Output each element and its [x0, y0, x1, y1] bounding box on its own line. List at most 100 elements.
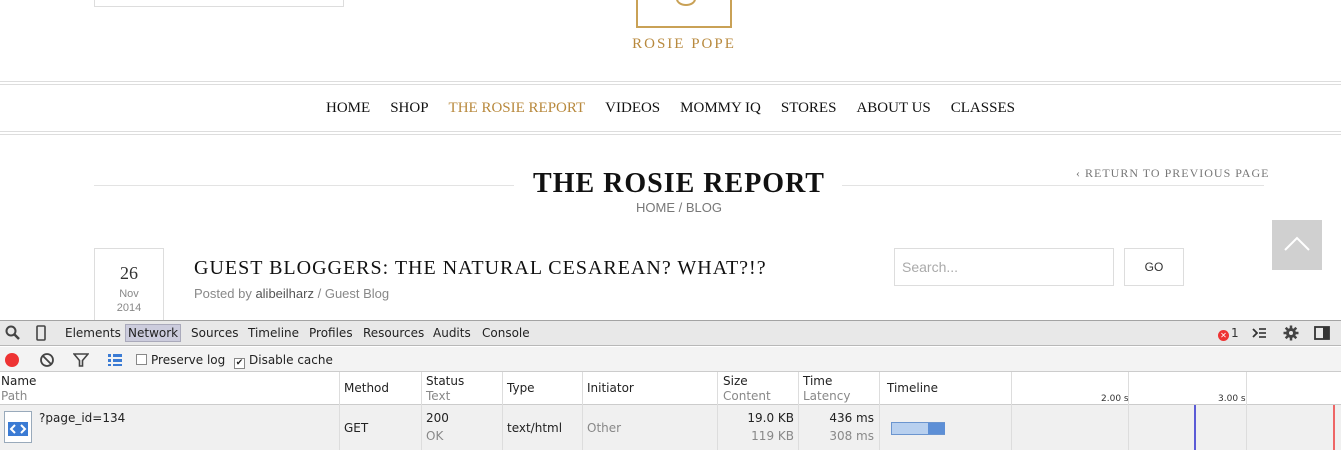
return-link[interactable]: ‹ RETURN TO PREVIOUS PAGE — [1076, 166, 1269, 181]
devtools-panel: Elements Network Sources Timeline Profil… — [0, 320, 1341, 450]
breadcrumb-home[interactable]: HOME — [636, 200, 675, 215]
request-type: text/html — [507, 421, 563, 435]
clear-icon[interactable] — [39, 352, 55, 368]
col-type-header[interactable]: Type — [507, 381, 535, 396]
search-go-button[interactable]: GO — [1124, 248, 1184, 286]
col-name-header[interactable]: Name Path — [1, 374, 36, 404]
nav-home[interactable]: HOME — [316, 98, 380, 118]
tab-timeline[interactable]: Timeline — [248, 325, 299, 343]
col-size-label: Size — [723, 374, 748, 388]
tab-console[interactable]: Console — [482, 325, 530, 343]
record-icon[interactable] — [5, 353, 19, 367]
dock-side-icon[interactable] — [1314, 325, 1330, 341]
col-divider — [421, 372, 422, 450]
col-size-header[interactable]: Size Content — [723, 374, 771, 404]
timeline-grid-line — [1128, 372, 1129, 450]
nav-stores[interactable]: STORES — [771, 98, 847, 118]
preserve-log-checkbox[interactable]: Preserve log — [136, 353, 225, 367]
back-to-top-button[interactable] — [1272, 220, 1322, 270]
main-nav: HOME SHOP THE ROSIE REPORT VIDEOS MOMMY … — [0, 98, 1341, 118]
request-initiator[interactable]: Other — [587, 419, 621, 437]
header-left-box — [94, 0, 344, 7]
console-drawer-icon[interactable] — [1251, 325, 1267, 341]
nav-shop[interactable]: SHOP — [380, 98, 438, 118]
nav-about-us[interactable]: ABOUT US — [846, 98, 940, 118]
request-method: GET — [344, 421, 369, 435]
return-link-label: RETURN TO PREVIOUS PAGE — [1085, 166, 1270, 180]
brand-name[interactable]: ROSIE POPE — [600, 36, 768, 53]
timeline-grid-line — [1246, 372, 1247, 450]
col-path-label: Path — [1, 389, 28, 403]
col-divider — [879, 372, 880, 450]
col-status-label: Status — [426, 374, 465, 388]
brand-logo[interactable] — [636, 0, 732, 28]
col-text-label: Text — [426, 389, 451, 403]
post-meta: Posted by alibeilharz / Guest Blog — [194, 286, 389, 301]
col-method-header[interactable]: Method — [344, 381, 389, 396]
nav-videos[interactable]: VIDEOS — [595, 98, 670, 118]
post-category-link[interactable]: Guest Blog — [325, 286, 389, 301]
col-timeline-header[interactable]: Timeline — [887, 381, 938, 396]
timeline-tick-3s: 3.00 s — [1218, 394, 1246, 404]
request-latency: 308 ms — [829, 429, 874, 443]
load-event-marker — [1333, 405, 1335, 450]
chevron-left-icon: ‹ — [1076, 166, 1085, 180]
tab-resources[interactable]: Resources — [363, 325, 424, 343]
table-row[interactable]: ?page_id=134 GET 200 OK text/html Other … — [0, 405, 1341, 450]
filter-icon[interactable] — [73, 352, 89, 368]
request-timeline-download — [928, 423, 945, 434]
col-status-header[interactable]: Status Text — [426, 374, 464, 404]
nav-divider-top-2 — [0, 84, 1341, 85]
breadcrumb-current: BLOG — [685, 200, 722, 215]
disable-cache-box: ✔ — [234, 358, 245, 369]
col-initiator-header[interactable]: Initiator — [587, 381, 634, 396]
error-icon: ✕ — [1218, 330, 1229, 341]
col-content-label: Content — [723, 389, 771, 403]
breadcrumb: HOME / BLOG — [560, 200, 798, 215]
col-divider — [798, 372, 799, 450]
title-rule-right — [842, 185, 1264, 186]
network-toolbar: Preserve log ✔ Disable cache — [0, 347, 1341, 372]
search-input[interactable] — [894, 248, 1114, 286]
chevron-up-icon — [1284, 236, 1310, 251]
large-rows-icon[interactable] — [107, 352, 123, 368]
tab-elements[interactable]: Elements — [65, 325, 121, 343]
tab-profiles[interactable]: Profiles — [309, 325, 353, 343]
nav-divider-top — [0, 81, 1341, 82]
device-mode-icon[interactable] — [33, 325, 49, 341]
col-divider — [339, 372, 340, 450]
tab-audits[interactable]: Audits — [433, 325, 471, 343]
request-status: 200 — [426, 411, 449, 425]
request-name: ?page_id=134 — [39, 411, 126, 425]
gear-icon[interactable] — [1283, 325, 1299, 341]
network-grid-header: Name Path Method Status Text Type Initiato… — [0, 372, 1341, 405]
col-divider — [717, 372, 718, 450]
timeline-tick-2s: 2.00 s — [1101, 394, 1129, 404]
post-author-link[interactable]: alibeilharz — [255, 286, 314, 301]
nav-divider-bottom-2 — [0, 134, 1341, 135]
tab-sources[interactable]: Sources — [191, 325, 238, 343]
request-time: 436 ms — [829, 411, 874, 425]
col-divider — [582, 372, 583, 450]
col-divider — [502, 372, 503, 450]
request-size: 19.0 KB — [747, 411, 794, 425]
search-icon[interactable] — [5, 325, 21, 341]
nav-classes[interactable]: CLASSES — [941, 98, 1025, 118]
col-name-label: Name — [1, 374, 37, 388]
devtools-tab-bar: Elements Network Sources Timeline Profil… — [0, 321, 1341, 346]
col-time-header[interactable]: Time Latency — [803, 374, 850, 404]
col-latency-label: Latency — [803, 389, 851, 403]
request-content-size: 119 KB — [751, 429, 794, 443]
nav-mommy-iq[interactable]: MOMMY IQ — [670, 98, 771, 118]
nav-divider-bottom — [0, 131, 1341, 132]
request-timeline-bar — [891, 422, 945, 435]
nav-the-rosie-report[interactable]: THE ROSIE REPORT — [439, 98, 596, 118]
tab-network[interactable]: Network — [125, 324, 182, 342]
disable-cache-checkbox[interactable]: ✔ Disable cache — [234, 353, 333, 369]
post-date-year: 2014 — [116, 302, 142, 314]
error-counter[interactable]: ✕ 1 — [1218, 326, 1239, 341]
page-title: THE ROSIE REPORT — [533, 168, 825, 199]
post-date-day: 26 — [120, 263, 138, 283]
breadcrumb-separator: / — [675, 200, 686, 215]
post-title[interactable]: GUEST BLOGGERS: THE NATURAL CESAREAN? WH… — [194, 257, 767, 280]
